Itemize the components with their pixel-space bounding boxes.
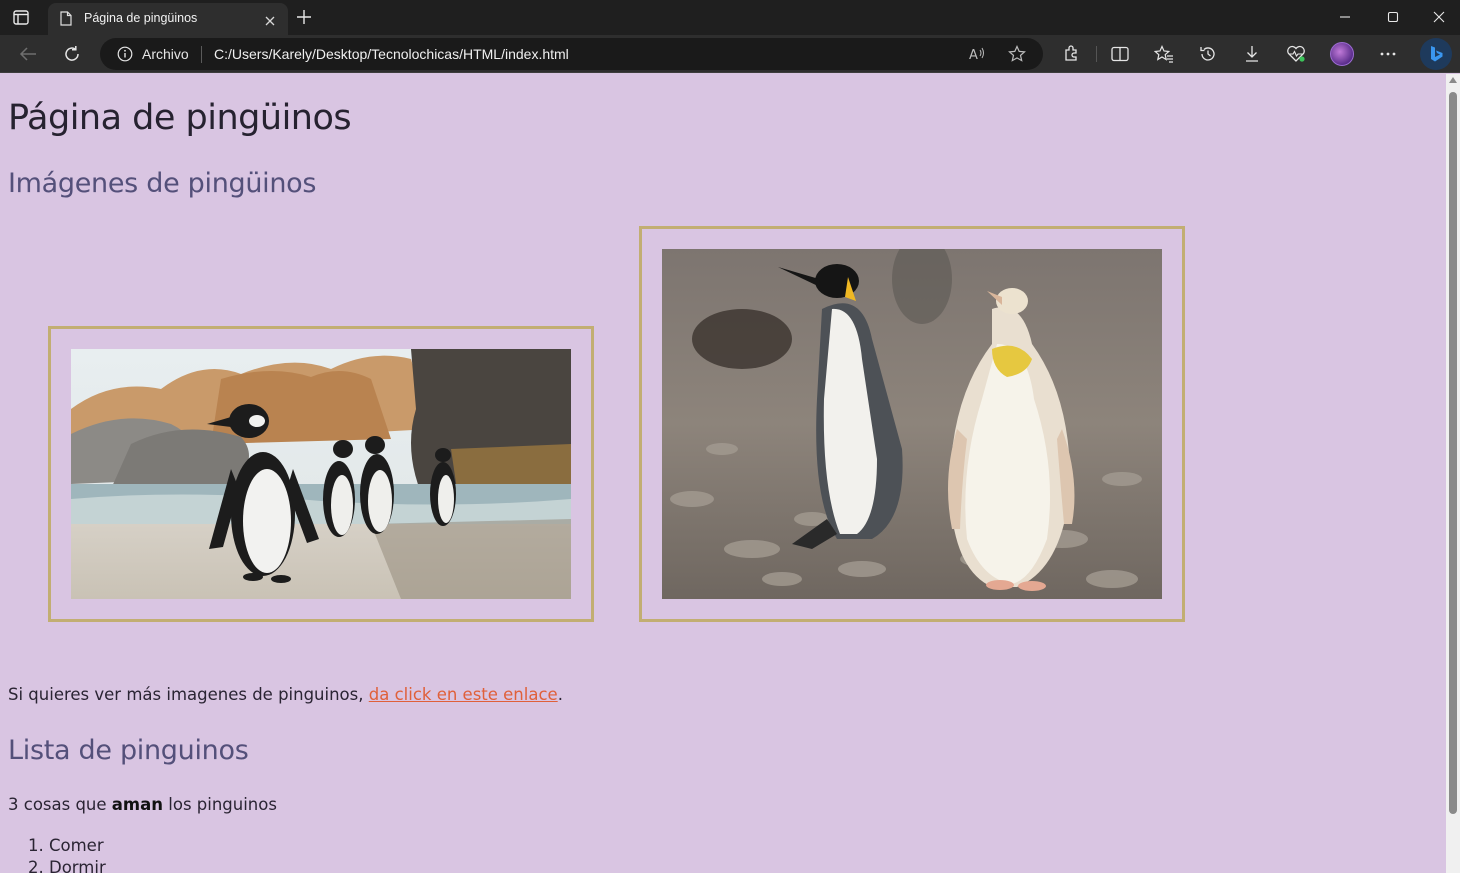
refresh-icon[interactable] bbox=[61, 43, 83, 65]
toolbar-separator bbox=[1096, 46, 1097, 62]
list-heading: Lista de pinguinos bbox=[8, 735, 249, 766]
list-intro-suffix: los pinguinos bbox=[163, 795, 277, 814]
url-text[interactable]: C:/Users/Karely/Desktop/Tecnolochicas/HT… bbox=[214, 46, 569, 62]
window-close-icon[interactable] bbox=[1428, 6, 1450, 28]
close-icon[interactable] bbox=[264, 12, 278, 26]
things-list: 1. Comer 2. Dormir bbox=[28, 836, 106, 873]
browser-tab[interactable]: Página de pingüinos bbox=[48, 3, 288, 35]
favorites-icon[interactable] bbox=[1153, 43, 1175, 65]
list-item: 2. Dormir bbox=[28, 858, 106, 873]
page-icon bbox=[60, 11, 74, 27]
favorite-star-icon[interactable] bbox=[1006, 43, 1028, 65]
page-scrollbar[interactable] bbox=[1446, 74, 1460, 873]
list-intro-bold: aman bbox=[111, 795, 164, 814]
paragraph-suffix: . bbox=[557, 685, 563, 704]
maximize-icon[interactable] bbox=[1382, 6, 1404, 28]
paragraph-prefix: Si quieres ver más imagenes de pinguinos… bbox=[8, 685, 369, 704]
info-icon[interactable] bbox=[117, 46, 133, 62]
more-icon[interactable] bbox=[1377, 43, 1399, 65]
back-arrow-icon[interactable] bbox=[17, 43, 39, 65]
read-aloud-icon[interactable]: A bbox=[966, 43, 988, 65]
image-frame-beach bbox=[48, 326, 594, 622]
list-intro-paragraph: 3 cosas que aman los pinguinos bbox=[8, 795, 277, 814]
address-bar[interactable]: Archivo C:/Users/Karely/Desktop/Tecnoloc… bbox=[100, 38, 1043, 70]
beach-penguins-image bbox=[71, 349, 571, 599]
yellow-penguin-image bbox=[662, 249, 1162, 599]
plus-icon[interactable] bbox=[296, 9, 313, 26]
scrollbar-thumb[interactable] bbox=[1449, 92, 1457, 814]
site-info-label[interactable]: Archivo bbox=[142, 46, 189, 62]
split-screen-icon[interactable] bbox=[1109, 43, 1131, 65]
more-images-paragraph: Si quieres ver más imagenes de pinguinos… bbox=[8, 685, 563, 704]
copilot-icon[interactable] bbox=[1420, 38, 1452, 70]
images-heading: Imágenes de pingüinos bbox=[8, 168, 317, 199]
browser-toolbar: Archivo C:/Users/Karely/Desktop/Tecnoloc… bbox=[0, 35, 1460, 73]
image-frame-king bbox=[639, 226, 1185, 622]
sidebar-toggle-icon[interactable] bbox=[12, 9, 30, 26]
profile-avatar[interactable] bbox=[1330, 42, 1354, 66]
page-content: Página de pingüinos Imágenes de pingüino… bbox=[0, 74, 1446, 873]
extensions-icon[interactable] bbox=[1060, 43, 1082, 65]
list-intro-prefix: 3 cosas que bbox=[8, 795, 112, 814]
svg-text:A: A bbox=[969, 48, 978, 62]
browser-titlebar: Página de pingüinos bbox=[0, 0, 1460, 35]
download-icon[interactable] bbox=[1241, 43, 1263, 65]
address-separator bbox=[201, 46, 202, 63]
minimize-icon[interactable] bbox=[1334, 6, 1356, 28]
page-title: Página de pingüinos bbox=[8, 98, 352, 138]
more-images-link[interactable]: da click en este enlace bbox=[369, 685, 558, 704]
history-icon[interactable] bbox=[1197, 43, 1219, 65]
performance-icon[interactable] bbox=[1285, 43, 1307, 65]
tab-title: Página de pingüinos bbox=[84, 11, 198, 25]
scroll-up-arrow-icon[interactable] bbox=[1449, 77, 1457, 83]
list-item: 1. Comer bbox=[28, 836, 104, 855]
